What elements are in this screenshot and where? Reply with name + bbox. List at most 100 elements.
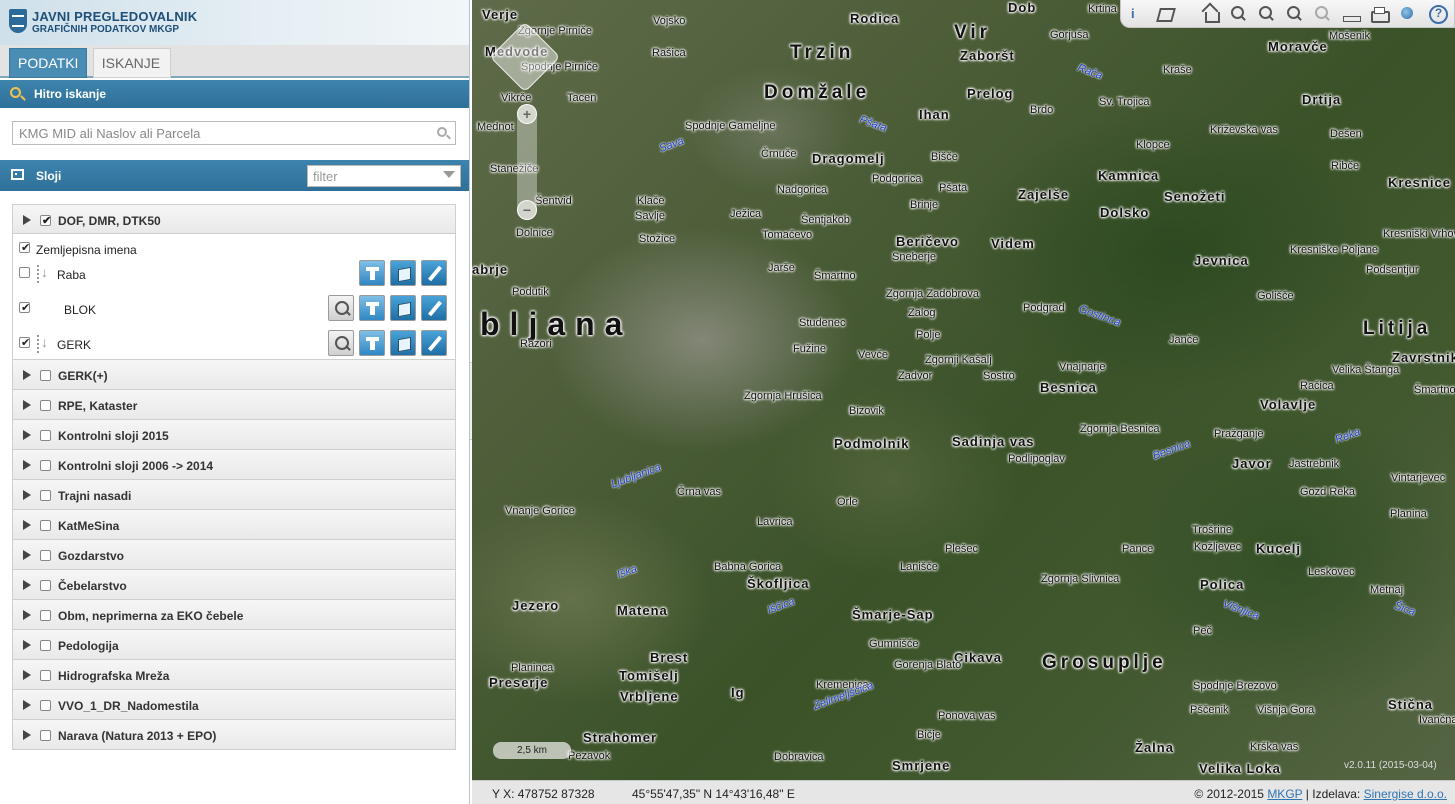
layer-group[interactable]: Obm, neprimerna za EKO čebele xyxy=(12,600,456,630)
map-label-place: Sostro xyxy=(983,370,1015,382)
layer-style-button[interactable] xyxy=(359,295,385,321)
mkgp-link[interactable]: MKGP xyxy=(1267,787,1302,801)
layer-group[interactable]: VVO_1_DR_Nadomestila xyxy=(12,690,456,720)
layer-edit-button[interactable] xyxy=(421,330,447,356)
layer-group-checkbox[interactable] xyxy=(40,370,51,381)
map-label-place: Šmarje-Sap xyxy=(852,607,934,622)
expand-arrow-icon[interactable] xyxy=(23,640,31,650)
layer-group-dof[interactable]: DOF, DMR, DTK50 xyxy=(12,204,456,234)
expand-arrow-icon[interactable] xyxy=(23,430,31,440)
zoom-in-icon[interactable] xyxy=(1228,4,1248,24)
help-icon[interactable] xyxy=(1427,4,1448,24)
expand-arrow-icon[interactable] xyxy=(23,370,31,380)
layer-group[interactable]: RPE, Kataster xyxy=(12,390,456,420)
layer-group-checkbox[interactable] xyxy=(40,700,51,711)
globe-icon[interactable] xyxy=(1398,4,1418,24)
expand-arrow-icon[interactable] xyxy=(23,460,31,470)
layer-group[interactable]: Narava (Natura 2013 + EPO) xyxy=(12,720,456,750)
layer-group[interactable]: Trajni nasadi xyxy=(12,480,456,510)
layer-style-button[interactable] xyxy=(359,330,385,356)
left-panel: JAVNI PREGLEDOVALNIK GRAFIČNIH PODATKOV … xyxy=(0,0,470,804)
layer-edit-button[interactable] xyxy=(421,260,447,286)
layer-group[interactable]: Čebelarstvo xyxy=(12,570,456,600)
tab-podatki[interactable]: PODATKI xyxy=(9,48,88,78)
expand-arrow-icon[interactable] xyxy=(23,490,31,500)
layer-group[interactable]: Gozdarstvo xyxy=(12,540,456,570)
layer-3d-button[interactable] xyxy=(390,260,416,286)
ruler-icon[interactable] xyxy=(1341,4,1361,24)
expand-arrow-icon[interactable] xyxy=(23,550,31,560)
layer-group-checkbox[interactable] xyxy=(40,550,51,561)
layer-group[interactable]: KatMeSina xyxy=(12,510,456,540)
layer-group-checkbox[interactable] xyxy=(40,520,51,531)
status-bar: Y X: 478752 87328 45°55'47,35" N 14°43'1… xyxy=(472,780,1455,804)
expand-arrow-icon[interactable] xyxy=(23,730,31,740)
map-label-place: Ihan xyxy=(919,107,950,122)
map-view[interactable]: Verje Zgornje Pirniče Medvode Spodnje Pirni… xyxy=(472,0,1455,780)
print-icon[interactable] xyxy=(1369,4,1390,24)
measure-area-icon[interactable] xyxy=(1155,4,1175,24)
layer-3d-button[interactable] xyxy=(390,330,416,356)
expand-arrow-icon[interactable] xyxy=(23,610,31,620)
layer-group-checkbox[interactable] xyxy=(40,214,51,227)
map-label-place: Črna vas xyxy=(677,486,722,498)
zoom-next-icon[interactable] xyxy=(1312,4,1332,24)
map-label-place: Litija xyxy=(1363,318,1432,339)
search-icon[interactable] xyxy=(437,127,447,137)
drag-handle-icon[interactable] xyxy=(37,264,51,283)
zoom-in-button[interactable]: + xyxy=(517,104,537,124)
layer-group-checkbox[interactable] xyxy=(40,730,51,741)
map-label-place: Metnaj xyxy=(1370,584,1404,596)
zoom-slider[interactable]: + − xyxy=(517,104,537,220)
layer-group-checkbox[interactable] xyxy=(40,400,51,411)
map-label-place: Vrbljene xyxy=(620,689,679,704)
layer-group-checkbox[interactable] xyxy=(40,490,51,501)
layer-group-label: Gozdarstvo xyxy=(58,549,125,563)
layer-checkbox[interactable] xyxy=(19,267,30,278)
layer-group-checkbox[interactable] xyxy=(40,460,51,471)
layer-group-checkbox[interactable] xyxy=(40,670,51,681)
map-label-place: Šmartno xyxy=(814,270,856,282)
map-label-place: Ponova vas xyxy=(938,710,996,722)
expand-arrow-icon[interactable] xyxy=(23,580,31,590)
drag-handle-icon[interactable] xyxy=(37,334,51,353)
pan-control[interactable] xyxy=(482,14,568,100)
map-label-place: Razori xyxy=(520,338,552,350)
layer-style-button[interactable] xyxy=(359,260,385,286)
expand-arrow-icon[interactable] xyxy=(23,700,31,710)
layer-group-checkbox[interactable] xyxy=(40,640,51,651)
layer-zoom-button[interactable] xyxy=(328,295,354,321)
layer-group-checkbox[interactable] xyxy=(40,610,51,621)
version-label: v2.0.11 (2015-03-04) xyxy=(1344,760,1437,771)
layer-group[interactable]: Kontrolni sloji 2015 xyxy=(12,420,456,450)
layer-group-checkbox[interactable] xyxy=(40,580,51,591)
layer-group-checkbox[interactable] xyxy=(40,430,51,441)
expand-arrow-icon[interactable] xyxy=(23,400,31,410)
tab-iskanje[interactable]: ISKANJE xyxy=(92,48,171,78)
layer-label: Zemljepisna imena xyxy=(36,243,137,257)
zoom-out-icon[interactable] xyxy=(1256,4,1276,24)
pan-pad[interactable] xyxy=(489,21,561,93)
layer-group[interactable]: Kontrolni sloji 2006 -> 2014 xyxy=(12,450,456,480)
layer-checkbox[interactable] xyxy=(19,241,30,254)
layer-checkbox[interactable] xyxy=(19,301,30,314)
zoom-previous-icon[interactable] xyxy=(1284,4,1304,24)
layer-group[interactable]: Hidrografska Mreža xyxy=(12,660,456,690)
expand-arrow-icon[interactable] xyxy=(23,520,31,530)
layer-3d-button[interactable] xyxy=(390,295,416,321)
expand-arrow-icon[interactable] xyxy=(23,670,31,680)
quick-search-input[interactable] xyxy=(12,121,456,145)
layer-group[interactable]: Pedologija xyxy=(12,630,456,660)
layer-edit-button[interactable] xyxy=(421,295,447,321)
layer-group[interactable]: GERK(+) xyxy=(12,360,456,390)
layer-filter-input[interactable] xyxy=(307,165,461,187)
layer-checkbox[interactable] xyxy=(19,336,30,349)
expand-arrow-icon[interactable] xyxy=(23,215,31,225)
info-icon[interactable] xyxy=(1125,4,1145,24)
layer-group-label: Narava (Natura 2013 + EPO) xyxy=(58,729,217,743)
layer-zoom-button[interactable] xyxy=(328,330,354,356)
zoom-out-button[interactable]: − xyxy=(517,200,537,220)
map-label-place: Trzin xyxy=(790,42,855,63)
sinergise-link[interactable]: Sinergise d.o.o. xyxy=(1364,787,1447,801)
home-icon[interactable] xyxy=(1201,4,1221,24)
